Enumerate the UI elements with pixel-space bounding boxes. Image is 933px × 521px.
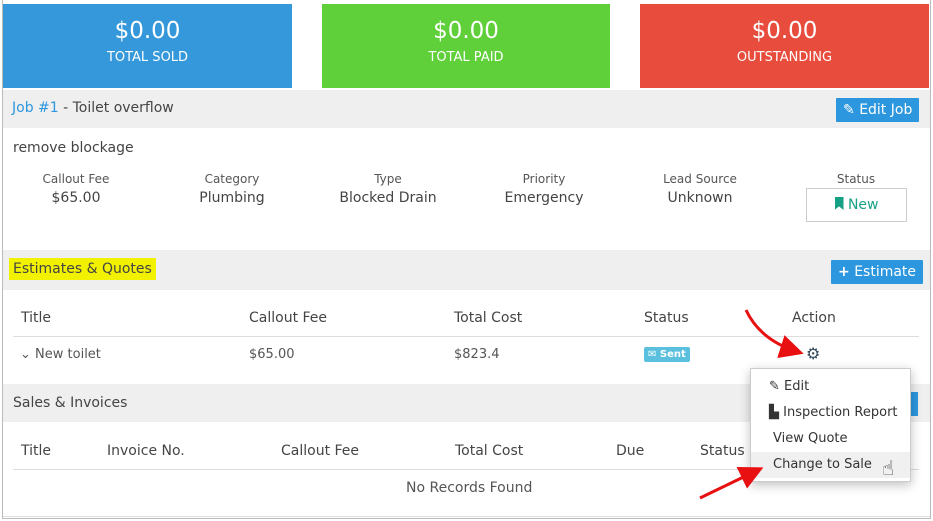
arrow-to-change-to-sale [699, 467, 764, 500]
annotation-arrows [699, 309, 804, 500]
arrow-to-gear [744, 309, 804, 359]
